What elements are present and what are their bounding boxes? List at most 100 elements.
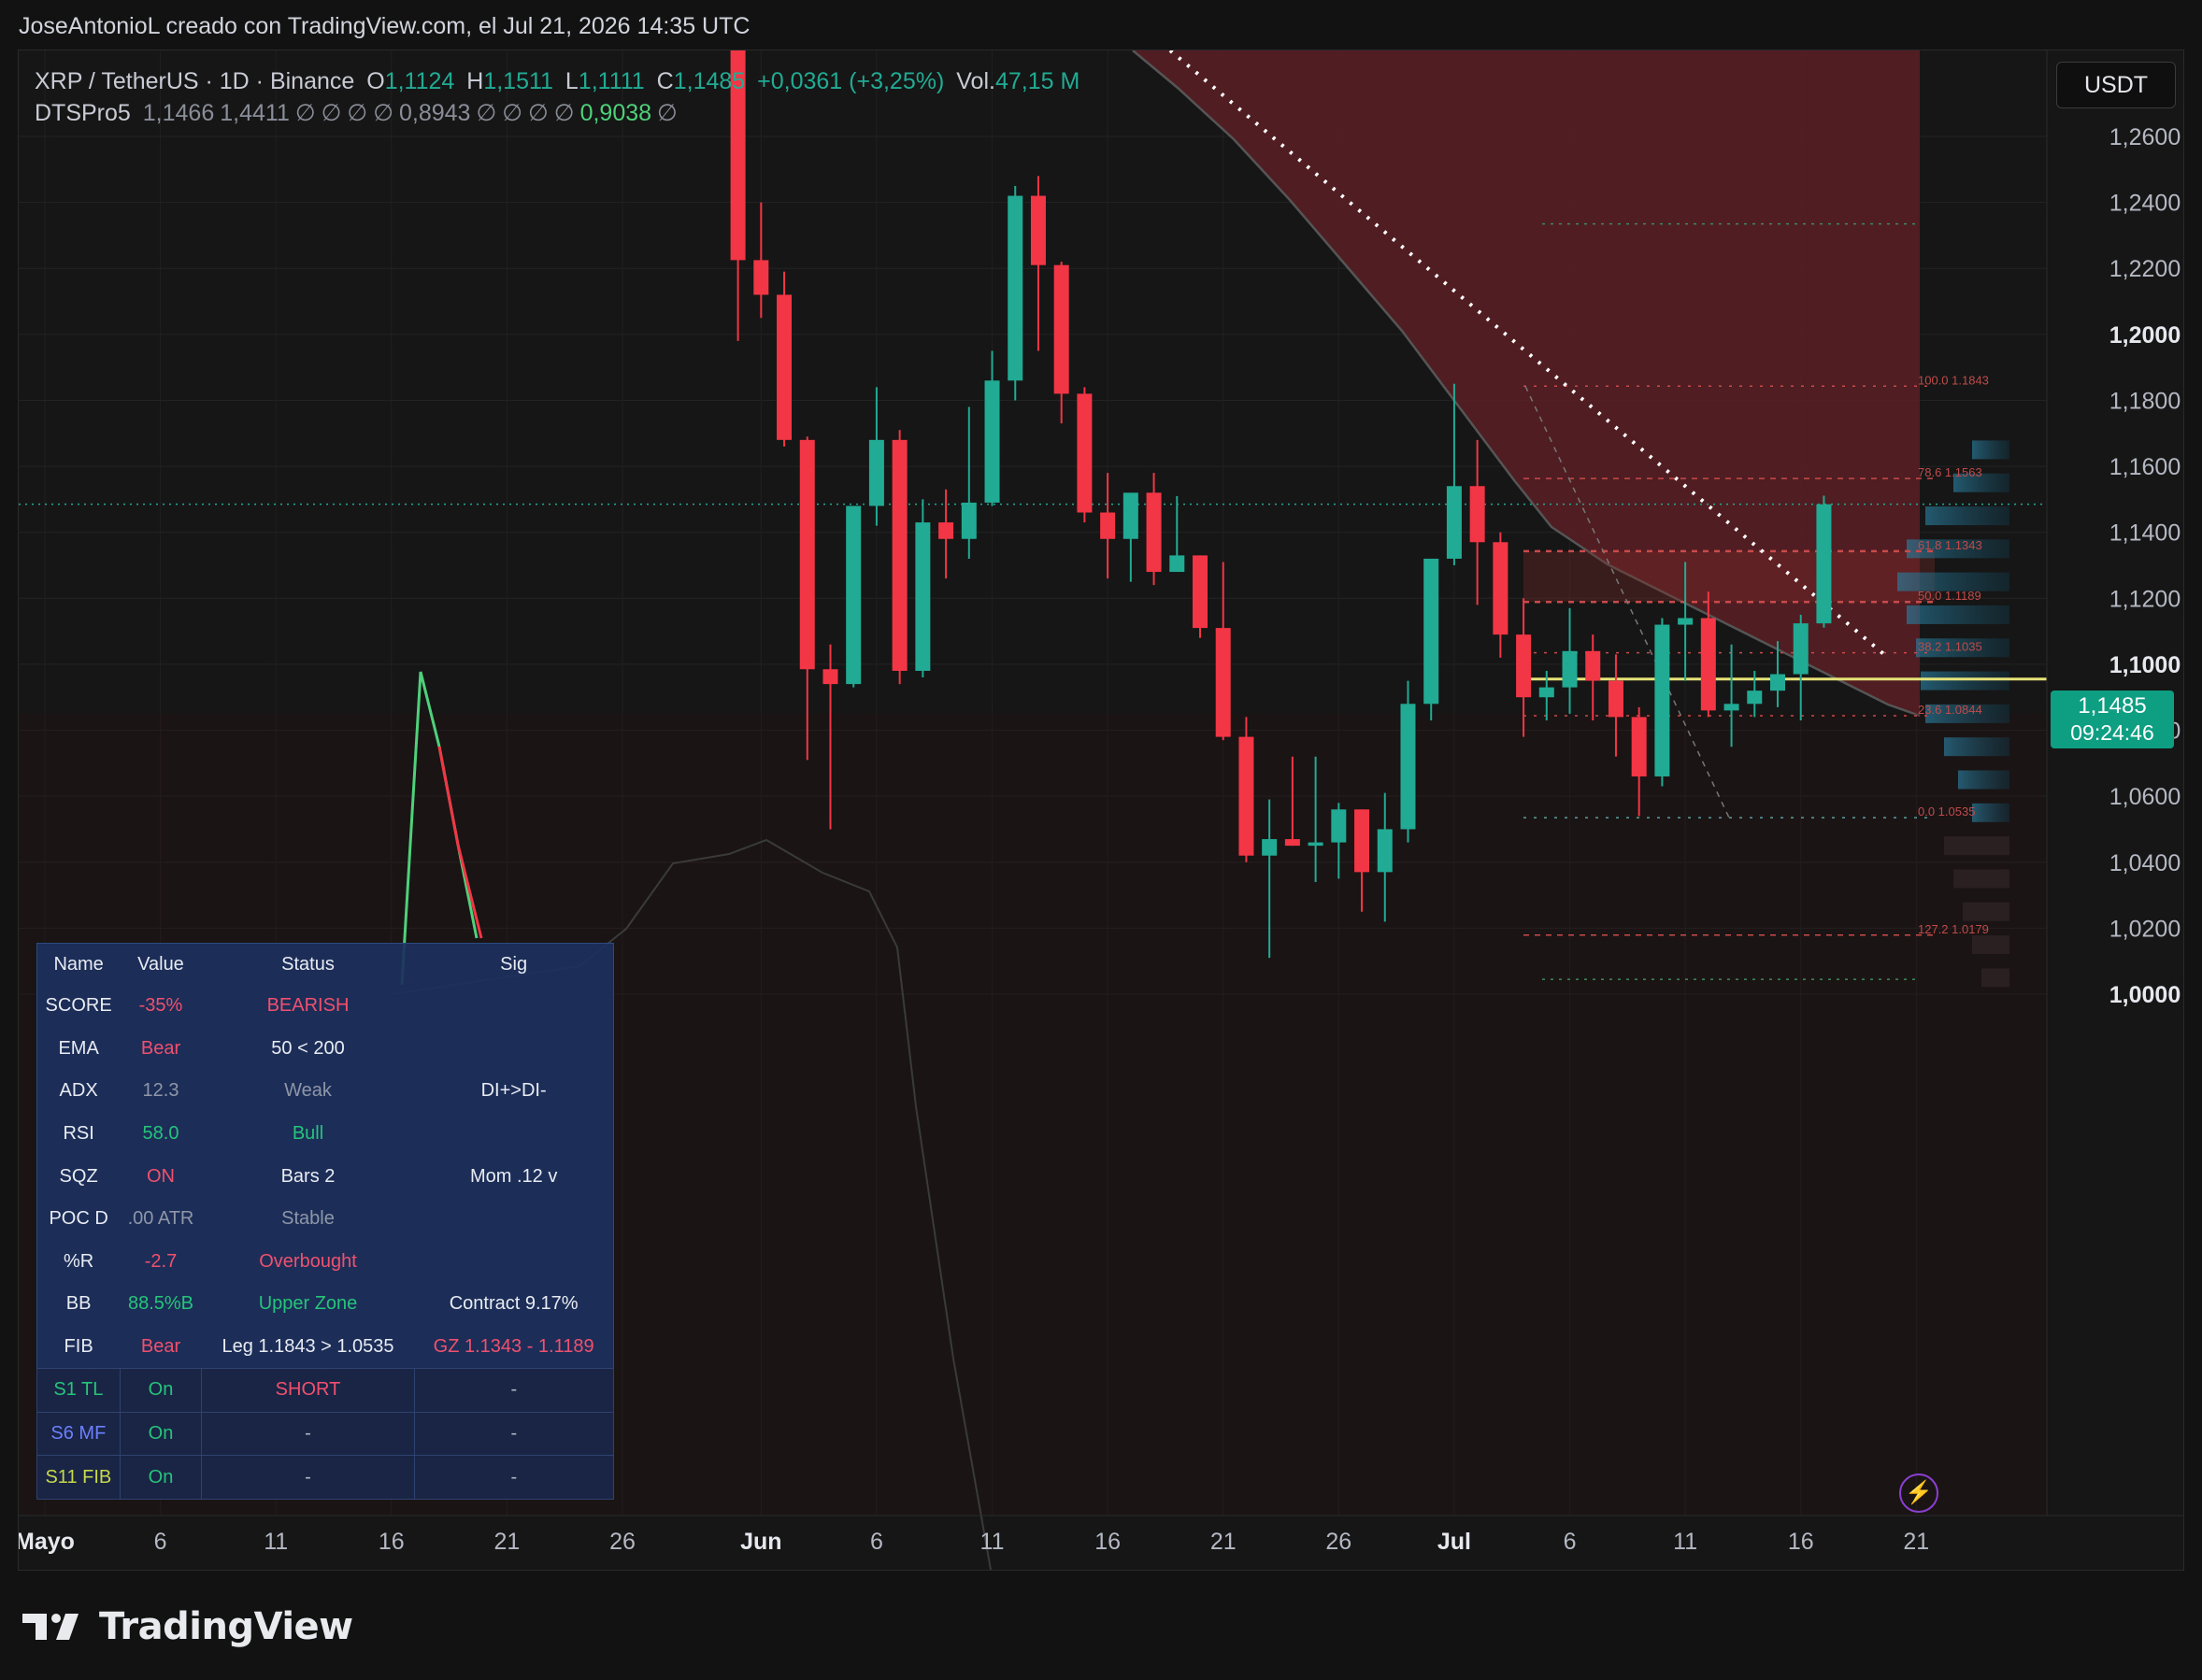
table-cell-sig — [414, 985, 613, 1028]
candle-body[interactable] — [1608, 680, 1623, 718]
strategy-cell-value: On — [119, 1368, 203, 1413]
table-cell-sig — [414, 1240, 613, 1283]
table-cell-status: Leg 1.1843 > 1.0535 — [222, 1335, 394, 1357]
chart-attribution: JoseAntonioL creado con TradingView.com,… — [19, 13, 751, 39]
candle-body[interactable] — [1770, 674, 1785, 691]
candle-body[interactable] — [1215, 628, 1231, 737]
candle-body[interactable] — [1284, 839, 1300, 847]
fib-level-label: 38.2 1.1035 — [1918, 640, 1982, 654]
candle-body[interactable] — [846, 505, 862, 685]
fib-level-label: 23.6 1.0844 — [1918, 703, 1982, 717]
chart-frame[interactable]: 100.0 1.1843 78.6 1.1563 61.8 1.1343 50.0 1… — [18, 50, 2184, 1571]
candle-body[interactable] — [1493, 542, 1509, 635]
candle-body[interactable] — [868, 439, 884, 506]
candle-body[interactable] — [822, 669, 838, 685]
candle-body[interactable] — [1053, 264, 1069, 394]
candle-body[interactable] — [1400, 704, 1416, 830]
fib-golden-zone — [1523, 550, 1935, 603]
candle-body[interactable] — [961, 502, 977, 539]
candle-body[interactable] — [1723, 704, 1739, 711]
indicator-value: ∅ — [373, 100, 393, 126]
x-axis-label: 21 — [1210, 1529, 1237, 1555]
candle-body[interactable] — [1193, 555, 1208, 629]
x-axis-label: 26 — [1325, 1529, 1351, 1555]
fib-level-label: 78.6 1.1563 — [1918, 465, 1982, 479]
table-cell-value: -35% — [138, 995, 183, 1017]
close-value: 1,1485 — [673, 68, 746, 94]
candle-body[interactable] — [777, 294, 793, 440]
column-header: Value — [137, 953, 184, 975]
table-cell-status: Weak — [284, 1080, 332, 1102]
candle-body[interactable] — [1331, 809, 1347, 843]
y-axis-label: 1,1600 — [2109, 454, 2181, 480]
column-header: Status — [281, 953, 335, 975]
volume-profile-bar — [1972, 803, 2009, 822]
candle-body[interactable] — [1678, 618, 1694, 625]
candle-body[interactable] — [1747, 691, 1763, 705]
volume-profile-bar — [1958, 770, 2009, 790]
candle-body[interactable] — [1377, 829, 1393, 873]
y-axis-label: 1,0400 — [2109, 850, 2181, 876]
symbol-name[interactable]: XRP / TetherUS · 1D · Binance — [35, 68, 354, 94]
indicator-row[interactable]: DTSPro5 1,1466 1,4411 ∅ ∅ ∅ ∅ 0,8943 ∅ ∅ ∅ ∅ 0,9038… — [35, 97, 1085, 129]
candle-body[interactable] — [1585, 650, 1601, 681]
candle-body[interactable] — [892, 439, 908, 671]
y-axis-label: 1,0000 — [2109, 982, 2181, 1008]
table-row: POC D .00 ATR Stable — [37, 1198, 614, 1241]
candle-body[interactable] — [1423, 558, 1439, 705]
candle-body[interactable] — [984, 380, 1000, 503]
candle-body[interactable] — [1308, 842, 1323, 847]
table-cell-name: BB — [65, 1293, 92, 1315]
fib-level-label: 50.0 1.1189 — [1918, 589, 1981, 603]
tradingview-logo[interactable]: TradingView — [21, 1605, 353, 1648]
table-row: SQZ ON Bars 2 Mom .12 v — [37, 1155, 614, 1198]
y-axis-label: 1,1800 — [2109, 388, 2181, 414]
candle-body[interactable] — [1262, 839, 1278, 856]
strategy-cell-value: On — [119, 1411, 203, 1457]
candle-body[interactable] — [1146, 492, 1162, 573]
candle-body[interactable] — [1077, 393, 1093, 513]
candle-body[interactable] — [1816, 504, 1832, 624]
candle-body[interactable] — [1122, 492, 1138, 539]
ohlc-row: XRP / TetherUS · 1D · Binance O1,1124 H1… — [35, 65, 1085, 97]
candle-body[interactable] — [1169, 555, 1185, 573]
candle-body[interactable] — [1030, 195, 1046, 265]
strategy-row: S6 MF On - - — [36, 1411, 615, 1457]
table-cell-status: Stable — [281, 1208, 335, 1230]
candle-body[interactable] — [1793, 623, 1809, 675]
candle-body[interactable] — [1700, 618, 1716, 711]
column-header: Name — [53, 953, 104, 975]
table-cell-name: SCORE — [45, 995, 112, 1017]
candle-body[interactable] — [1238, 736, 1254, 856]
tradingview-brand: TradingView — [99, 1605, 353, 1648]
candle-body[interactable] — [1631, 717, 1647, 776]
y-axis-label: 1,2000 — [2109, 322, 2181, 349]
candle-body[interactable] — [753, 260, 769, 295]
lightning-icon[interactable]: ⚡ — [1899, 1474, 1938, 1513]
table-cell-sig — [414, 1028, 613, 1071]
candle-body[interactable] — [1654, 624, 1670, 776]
candle-body[interactable] — [1562, 650, 1578, 688]
candle-body[interactable] — [1469, 486, 1485, 543]
candle-body[interactable] — [799, 439, 815, 670]
candle-body[interactable] — [1354, 809, 1370, 873]
candle-body[interactable] — [915, 522, 931, 671]
indicator-value: ∅ — [502, 100, 522, 126]
indicator-value: 0,9038 — [579, 100, 652, 126]
candle-body[interactable] — [1446, 486, 1462, 559]
candle-body[interactable] — [1516, 634, 1532, 698]
candle-body[interactable] — [938, 522, 954, 539]
x-axis-label: Jul — [1437, 1529, 1471, 1555]
currency-button[interactable]: USDT — [2056, 62, 2176, 108]
candle-body[interactable] — [1008, 195, 1023, 381]
volume-profile-bar — [1972, 440, 2009, 460]
x-axis-label: 21 — [493, 1529, 520, 1555]
x-axis-label: 6 — [1564, 1529, 1577, 1555]
candle-body[interactable] — [1100, 512, 1116, 539]
volume-profile-bar — [1972, 935, 2009, 955]
candle-body[interactable] — [1538, 687, 1554, 698]
strategy-cell-name: S6 MF — [36, 1411, 121, 1457]
strategy-cell-status: - — [201, 1455, 415, 1500]
x-axis-label: Jun — [740, 1529, 781, 1555]
indicator-name[interactable]: DTSPro5 — [35, 100, 131, 126]
